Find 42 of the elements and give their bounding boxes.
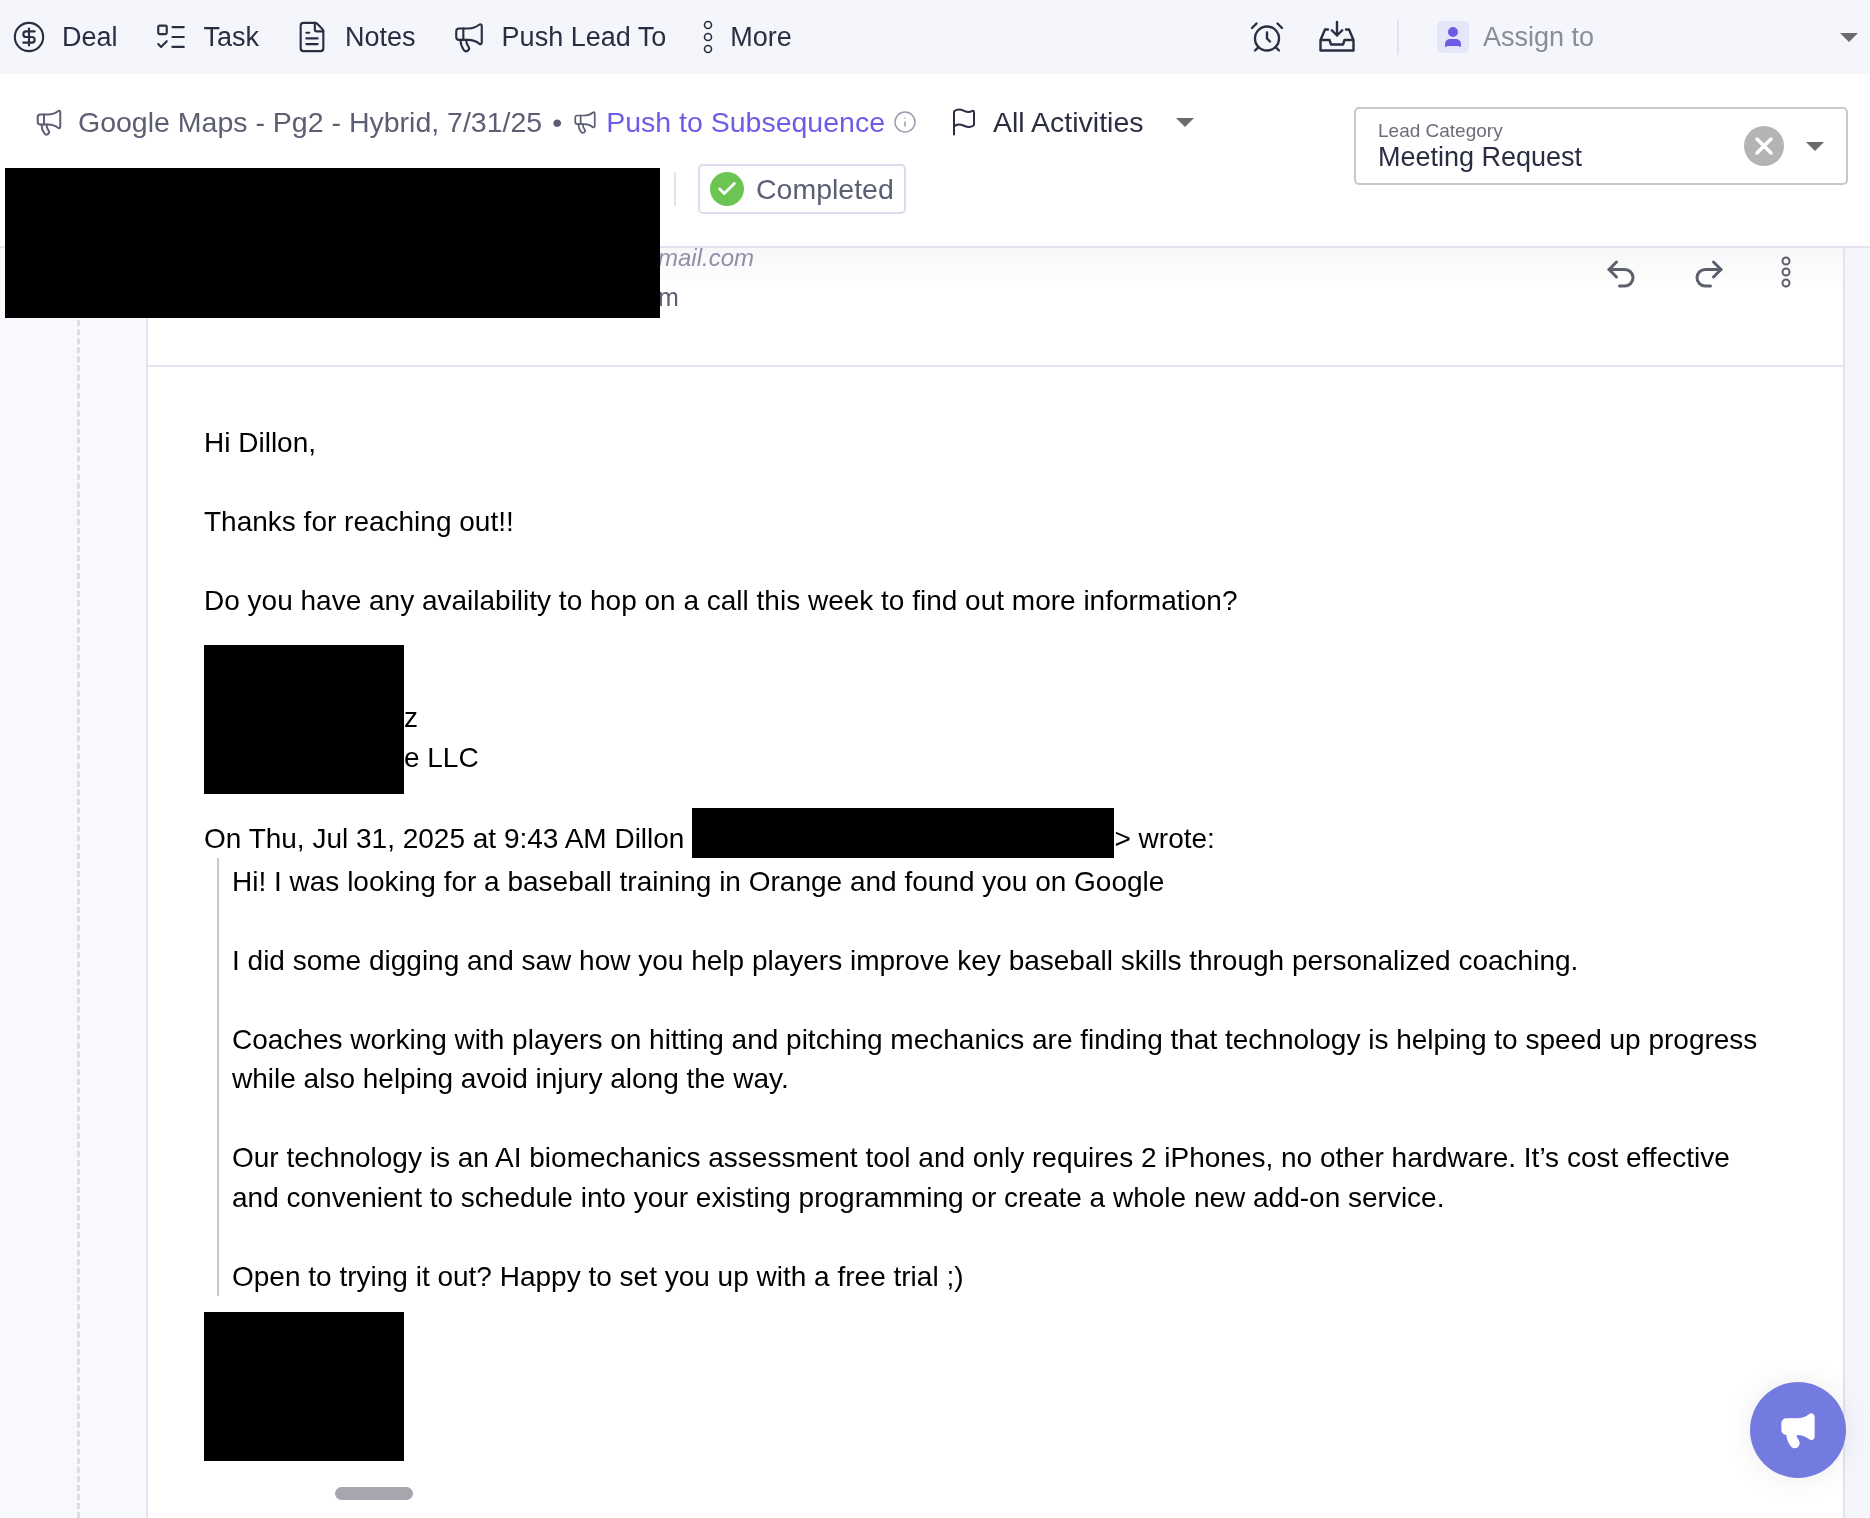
quoted-paragraph: Hi! I was looking for a baseball training in Orange and found you on Google xyxy=(232,864,1166,899)
inbox-download-button[interactable] xyxy=(1318,20,1355,54)
quote-attribution: On Thu, Jul 31, 2025 at 9:43 AM Dillon xyxy=(204,821,685,856)
quoted-paragraph: I did some digging and saw how you help players improve key baseball skills through personalized coaching. xyxy=(232,943,1580,978)
quote-attribution: > wrote: xyxy=(1114,821,1215,856)
field-label: Lead Category xyxy=(1378,119,1504,142)
caret-icon xyxy=(1175,117,1194,127)
info-icon xyxy=(893,110,918,134)
quoted-paragraph: Our technology is an AI biomechanics assessment tool and only requires 2 iPhones, no other hardware. It’s cost effective and convenient to schedule into your existing programming or create a whole new add-on service. xyxy=(232,1141,1731,1215)
signature-line: e LLC xyxy=(403,740,479,775)
more-button[interactable] xyxy=(1779,256,1793,290)
recipient-address: m xyxy=(658,282,680,312)
lead-category-select[interactable]: Lead Category Meeting Request xyxy=(1354,107,1848,185)
campaign-name: Google Maps - Pg2 - Hybrid, 7/31/25 xyxy=(78,105,543,139)
status-button[interactable]: Completed xyxy=(698,164,906,214)
toolbar-button[interactable]: More xyxy=(702,20,792,54)
field-value: Meeting Request xyxy=(1378,141,1584,173)
alarm-clock-button[interactable] xyxy=(1248,19,1285,55)
toolbar-button[interactable]: Task xyxy=(153,20,260,54)
activity-filter-dropdown[interactable]: All Activities xyxy=(949,105,1194,139)
caret-icon xyxy=(1840,32,1858,42)
separator-dot: • xyxy=(552,105,563,139)
more-icon xyxy=(702,20,715,54)
signature-line: z xyxy=(403,700,419,735)
email-paragraph: Hi Dillon, xyxy=(204,426,318,460)
quoted-paragraph: Coaches working with players on hitting and pitching mechanics are finding that technology is helping to speed up progress while also helping avoid injury along the way. xyxy=(232,1022,1759,1096)
caret-icon xyxy=(1806,141,1824,151)
toolbar-button[interactable]: Notes xyxy=(295,20,416,54)
quoted-paragraph: Open to trying it out? Happy to set you up with a free trial ;) xyxy=(232,1259,965,1294)
toolbar-button[interactable]: Push Lead To xyxy=(451,20,667,54)
scrollbar-thumb[interactable] xyxy=(335,1487,413,1500)
user-icon xyxy=(1436,21,1469,53)
dollar-icon xyxy=(12,20,46,54)
sender-address: mail.com xyxy=(658,248,754,268)
email-paragraph: Thanks for reaching out!! xyxy=(204,505,515,539)
email-paragraph: Do you have any availability to hop on a call this week to find out more information? xyxy=(204,584,1239,618)
inbox-download-icon xyxy=(1318,20,1355,54)
megaphone-icon xyxy=(572,109,599,135)
megaphone-icon xyxy=(34,107,64,137)
megaphone-icon xyxy=(1778,1410,1818,1450)
push-to-subsequence-link[interactable]: Push to Subsequence xyxy=(606,105,886,139)
toolbar-button[interactable]: Deal xyxy=(12,20,118,54)
